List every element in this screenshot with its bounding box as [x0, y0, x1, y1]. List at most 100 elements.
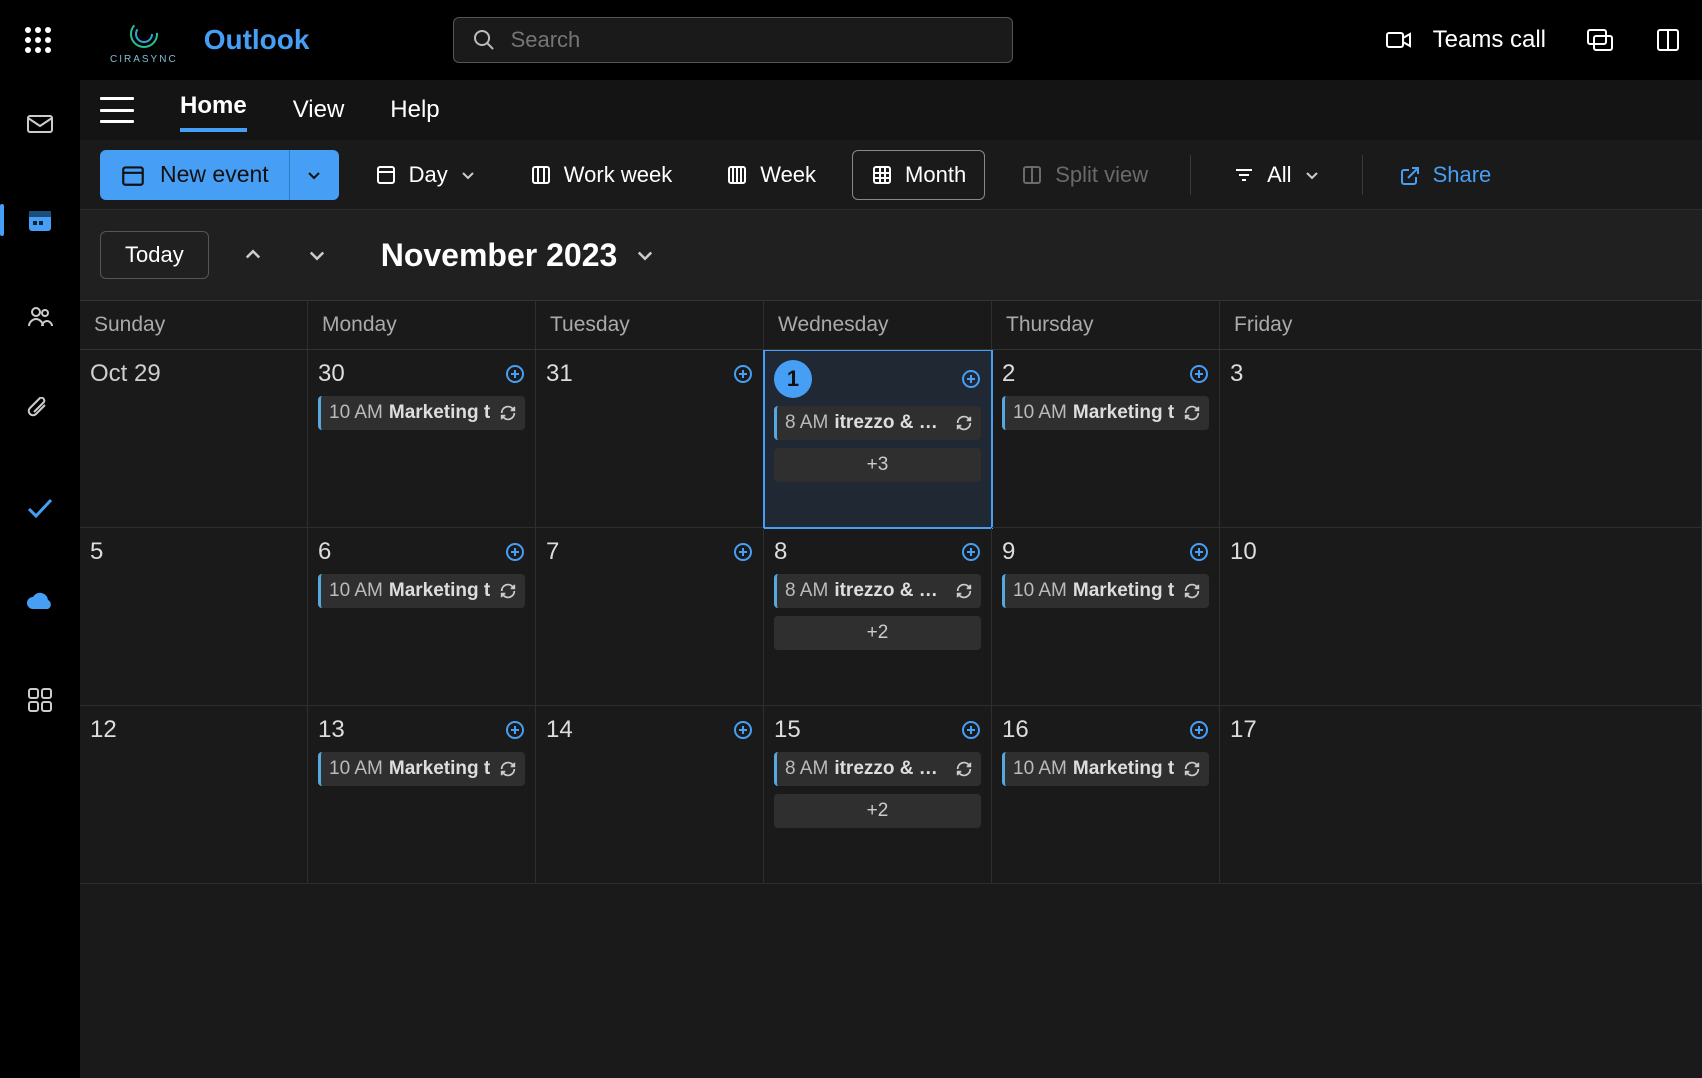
toolbar: New event Day Work week W	[80, 140, 1702, 210]
notes-icon[interactable]	[1654, 26, 1682, 54]
day-number-row: 2	[1002, 360, 1209, 388]
day-number-row: 16	[1002, 716, 1209, 744]
day-number: 9	[1002, 538, 1015, 566]
calendar-event[interactable]: 10 AMMarketing t	[318, 396, 525, 430]
add-event-button[interactable]	[505, 542, 525, 562]
recurring-icon	[499, 404, 517, 422]
add-event-icon	[1189, 720, 1209, 740]
teams-call-button[interactable]: Teams call	[1385, 26, 1546, 54]
calendar-cell[interactable]: 3	[1220, 350, 1702, 528]
calendar-event[interactable]: 10 AMMarketing t	[1002, 574, 1209, 608]
calendar-cell[interactable]: 30 10 AMMarketing t	[308, 350, 536, 528]
add-event-button[interactable]	[505, 720, 525, 740]
more-events-button[interactable]: +2	[774, 616, 981, 650]
calendar-cell[interactable]: 6 10 AMMarketing t	[308, 528, 536, 706]
add-event-button[interactable]	[733, 542, 753, 562]
rail-onedrive[interactable]	[10, 584, 70, 624]
month-picker[interactable]: November 2023	[381, 237, 656, 274]
add-event-button[interactable]	[1189, 364, 1209, 384]
rail-files[interactable]	[10, 392, 70, 432]
more-events-button[interactable]: +3	[774, 448, 981, 482]
add-event-button[interactable]	[1189, 720, 1209, 740]
rail-calendar[interactable]	[10, 200, 70, 240]
next-month-button[interactable]	[297, 235, 337, 275]
calendar-event[interactable]: 10 AMMarketing t	[1002, 396, 1209, 430]
add-event-button[interactable]	[961, 720, 981, 740]
today-button[interactable]: Today	[100, 231, 209, 279]
view-day[interactable]: Day	[357, 150, 494, 200]
calendar-cell[interactable]: 5	[80, 528, 308, 706]
day-number: 12	[90, 716, 117, 744]
prev-month-button[interactable]	[233, 235, 273, 275]
add-event-button[interactable]	[733, 720, 753, 740]
tab-home[interactable]: Home	[180, 88, 247, 132]
recurring-badge	[955, 414, 973, 432]
rail-todo[interactable]	[10, 488, 70, 528]
calendar-event[interactable]: 10 AMMarketing t	[1002, 752, 1209, 786]
new-event-split-button: New event	[100, 150, 339, 200]
view-month[interactable]: Month	[852, 150, 985, 200]
add-event-icon	[505, 542, 525, 562]
add-event-button[interactable]	[733, 364, 753, 384]
day-header: Thursday	[992, 301, 1220, 349]
add-event-button[interactable]	[961, 542, 981, 562]
day-number: 6	[318, 538, 331, 566]
brand-area: CIRASYNC Outlook	[110, 16, 309, 65]
new-event-dropdown[interactable]	[289, 150, 339, 200]
teams-call-label: Teams call	[1433, 26, 1546, 54]
add-event-button[interactable]	[505, 364, 525, 384]
add-event-button[interactable]	[1189, 542, 1209, 562]
chat-icon[interactable]	[1586, 26, 1614, 54]
day-number-row: 30	[318, 360, 525, 388]
calendar-event[interactable]: 10 AMMarketing t	[318, 752, 525, 786]
calendar-cell[interactable]: 88 AMitrezzo & Cira+2	[764, 528, 992, 706]
calendar-cell[interactable]: Oct 29	[80, 350, 308, 528]
calendar-cell[interactable]: 9 10 AMMarketing t	[992, 528, 1220, 706]
swirl-icon	[126, 16, 162, 52]
calendar-event[interactable]: 10 AMMarketing t	[318, 574, 525, 608]
filter-icon	[1233, 164, 1255, 186]
calendar-cell[interactable]: 12	[80, 706, 308, 884]
calendar-cell[interactable]: 2 10 AMMarketing t	[992, 350, 1220, 528]
rail-mail[interactable]	[10, 104, 70, 144]
view-work-week[interactable]: Work week	[512, 150, 690, 200]
view-week[interactable]: Week	[708, 150, 834, 200]
app-name[interactable]: Outlook	[204, 24, 310, 56]
calendar-cell[interactable]: 17	[1220, 706, 1702, 884]
calendar-cell[interactable]: 31	[536, 350, 764, 528]
day-number: 14	[546, 716, 573, 744]
calendar-event[interactable]: 8 AMitrezzo & Cira	[774, 574, 981, 608]
search-box[interactable]	[453, 17, 1013, 63]
view-week-label: Week	[760, 162, 816, 188]
tab-view[interactable]: View	[293, 92, 345, 128]
calendar-cell[interactable]: 1310 AMMarketing t	[308, 706, 536, 884]
new-event-button[interactable]: New event	[100, 150, 289, 200]
calendar-event[interactable]: 8 AMitrezzo & Cira	[774, 752, 981, 786]
rail-people[interactable]	[10, 296, 70, 336]
calendar-cell[interactable]: 18 AMitrezzo & Cira+3	[764, 350, 992, 528]
event-title: Marketing t	[1073, 758, 1174, 780]
calendar-cell[interactable]: 16 10 AMMarketing t	[992, 706, 1220, 884]
calendar-event[interactable]: 8 AMitrezzo & Cira	[774, 406, 981, 440]
add-event-icon	[505, 720, 525, 740]
calendar-cell[interactable]: 158 AMitrezzo & Cira+2	[764, 706, 992, 884]
more-events-button[interactable]: +2	[774, 794, 981, 828]
view-day-label: Day	[409, 162, 448, 188]
filter-button[interactable]: All	[1215, 150, 1337, 200]
tab-help[interactable]: Help	[390, 92, 439, 128]
recurring-icon	[499, 760, 517, 778]
new-event-label: New event	[160, 161, 269, 188]
share-icon	[1399, 164, 1421, 186]
hamburger-icon[interactable]	[100, 97, 134, 123]
calendar-cell[interactable]: 10	[1220, 528, 1702, 706]
app-launcher-icon[interactable]	[20, 22, 56, 58]
day-number-row: 14	[546, 716, 753, 744]
calendar-cell[interactable]: 14	[536, 706, 764, 884]
day-number-row: 10	[1230, 538, 1691, 566]
rail-apps[interactable]	[10, 680, 70, 720]
calendar-cell[interactable]: 7	[536, 528, 764, 706]
share-button[interactable]: Share	[1387, 162, 1504, 188]
add-event-button[interactable]	[961, 369, 981, 389]
search-input[interactable]	[511, 27, 995, 53]
day-number-row: 9	[1002, 538, 1209, 566]
